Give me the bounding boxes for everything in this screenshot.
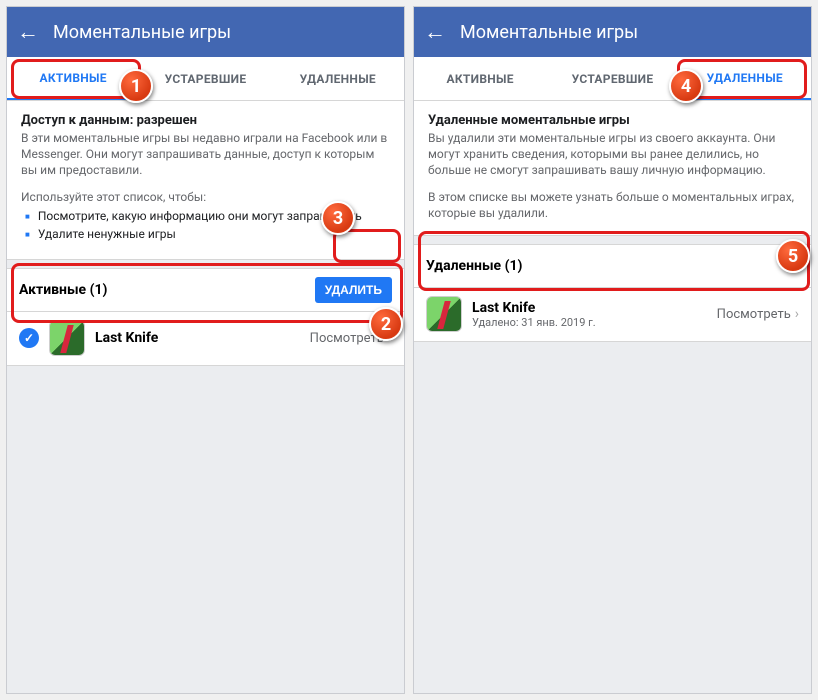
info-text-2: В этом списке вы можете узнать больше о …	[428, 189, 797, 221]
page-title: Моментальные игры	[460, 22, 638, 43]
info-text-1: В эти моментальные игры вы недавно играл…	[21, 130, 390, 179]
view-label: Посмотреть	[310, 331, 384, 346]
phone-left: ← Моментальные игры АКТИВНЫЕ УСТАРЕВШИЕ …	[6, 6, 405, 694]
view-link[interactable]: Посмотреть ›	[717, 306, 799, 322]
app-icon	[426, 296, 462, 332]
chevron-right-icon: ›	[795, 306, 799, 322]
info-text-1: Вы удалили эти моментальные игры из свое…	[428, 130, 797, 179]
chevron-right-icon: ›	[388, 330, 392, 346]
section-bar: Активные (1) УДАЛИТЬ	[7, 268, 404, 312]
app-name: Last Knife	[472, 300, 707, 316]
app-name: Last Knife	[95, 330, 300, 346]
header: ← Моментальные игры	[7, 7, 404, 57]
checkbox-checked-icon[interactable]	[19, 328, 39, 348]
app-icon	[49, 320, 85, 356]
info-block: Доступ к данным: разрешен В эти моментал…	[7, 101, 404, 260]
list-item[interactable]: Last Knife Посмотреть ›	[7, 312, 404, 366]
tab-obsolete[interactable]: УСТАРЕВШИЕ	[139, 57, 271, 100]
bullet-2: Удалите ненужные игры	[25, 227, 390, 243]
page-title: Моментальные игры	[53, 22, 231, 43]
info-text-2: Используйте этот список, чтобы:	[21, 189, 390, 205]
info-bullets: Посмотрите, какую информацию они могут з…	[21, 209, 390, 243]
tabs: АКТИВНЫЕ УСТАРЕВШИЕ УДАЛЕННЫЕ	[7, 57, 404, 101]
section-label: Удаленные (1)	[426, 258, 522, 274]
info-block: Удаленные моментальные игры Вы удалили э…	[414, 101, 811, 236]
tab-deleted[interactable]: УДАЛЕННЫЕ	[679, 57, 811, 100]
tab-deleted[interactable]: УДАЛЕННЫЕ	[272, 57, 404, 100]
delete-button[interactable]: УДАЛИТЬ	[315, 277, 392, 303]
view-link[interactable]: Посмотреть ›	[310, 330, 392, 346]
back-icon[interactable]: ←	[17, 19, 39, 45]
tab-obsolete[interactable]: УСТАРЕВШИЕ	[546, 57, 678, 100]
phone-right: ← Моментальные игры АКТИВНЫЕ УСТАРЕВШИЕ …	[413, 6, 812, 694]
bullet-1: Посмотрите, какую информацию они могут з…	[25, 209, 390, 225]
tab-active[interactable]: АКТИВНЫЕ	[7, 57, 139, 100]
app-sub: Удалено: 31 янв. 2019 г.	[472, 316, 707, 329]
section-label: Активные (1)	[19, 282, 107, 298]
section-bar: Удаленные (1)	[414, 244, 811, 288]
info-title: Доступ к данным: разрешен	[21, 113, 390, 128]
tab-active[interactable]: АКТИВНЫЕ	[414, 57, 546, 100]
list-item[interactable]: Last Knife Удалено: 31 янв. 2019 г. Посм…	[414, 288, 811, 342]
info-title: Удаленные моментальные игры	[428, 113, 797, 128]
header: ← Моментальные игры	[414, 7, 811, 57]
tabs: АКТИВНЫЕ УСТАРЕВШИЕ УДАЛЕННЫЕ	[414, 57, 811, 101]
view-label: Посмотреть	[717, 307, 791, 322]
back-icon[interactable]: ←	[424, 19, 446, 45]
